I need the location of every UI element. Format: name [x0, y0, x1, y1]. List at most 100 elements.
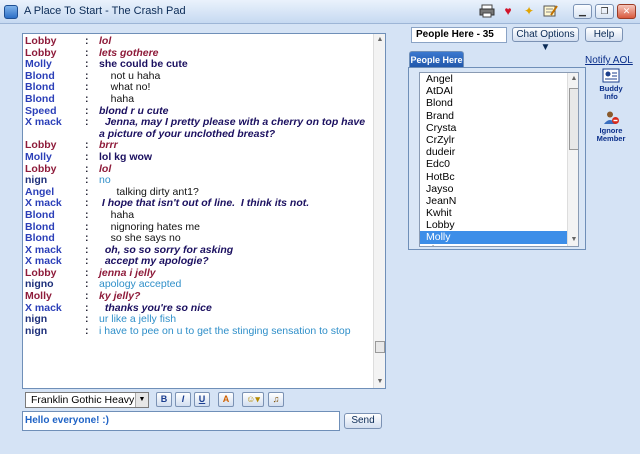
chevron-down-icon[interactable]: ▼ [135, 393, 148, 407]
notepad-icon[interactable] [541, 3, 559, 19]
people-list-item[interactable]: Crysta [420, 122, 568, 134]
chat-colon: : [85, 150, 89, 163]
buddy-info-label: Buddy Info [599, 84, 623, 101]
chat-text: lol [99, 162, 112, 175]
minimize-button[interactable]: ▁ [573, 4, 592, 19]
ignore-member-icon [604, 111, 619, 124]
people-list-item[interactable]: nign [420, 244, 568, 246]
chat-message: nign: no [25, 175, 373, 187]
italic-button[interactable]: I [175, 392, 191, 407]
chat-text: I hope that isn't out of line. I think i… [99, 197, 310, 210]
chat-message: nign: i have to pee on u to get the sting… [25, 324, 373, 338]
people-list-item[interactable]: HotBc [420, 171, 568, 183]
chat-message: Lobby: lol [25, 36, 373, 48]
chat-nick[interactable]: Lobby [25, 36, 85, 48]
chat-message: Blond: haha [25, 92, 373, 106]
chat-colon: : [85, 92, 89, 105]
people-list-item[interactable]: Blond [420, 97, 568, 109]
chat-nick[interactable]: Molly [25, 290, 85, 303]
people-list-item[interactable]: Brand [420, 110, 568, 122]
send-button[interactable]: Send [344, 413, 382, 429]
chat-colon: : [85, 36, 89, 47]
people-list-item[interactable]: Jayso [420, 183, 568, 195]
people-list-item[interactable]: Kwhit [420, 207, 568, 219]
chat-message: nigno: apology accepted [25, 279, 373, 291]
buddy-info-button[interactable]: Buddy Info [594, 68, 628, 101]
chat-colon: : [85, 290, 89, 303]
printer-icon[interactable] [478, 3, 496, 19]
chat-text: Jenna, may I pretty please with a cherry… [99, 116, 369, 140]
chat-message: X mack: thanks you're so nice [25, 302, 373, 315]
ignore-member-button[interactable]: Ignore Member [594, 110, 628, 143]
people-scrollbar[interactable]: ▲ ▼ [567, 73, 578, 246]
chat-message: Molly: she could be cute [25, 59, 373, 71]
restore-button[interactable]: ❐ [595, 4, 614, 19]
chat-nick[interactable]: nign [25, 175, 85, 187]
chat-text: lol [99, 36, 112, 47]
chat-log-panel: Lobby: lol Lobby: lets gothere Molly: she cou… [22, 33, 386, 389]
scroll-thumb[interactable] [569, 88, 578, 150]
chat-colon: : [85, 116, 89, 129]
toolbar-icons: ♥ ✦ [478, 3, 559, 19]
scroll-up-icon[interactable]: ▲ [375, 35, 385, 45]
chat-message: Lobby: lol [25, 162, 373, 176]
chat-nick[interactable]: Blond [25, 232, 85, 245]
people-list-item[interactable]: JeanN [420, 195, 568, 207]
chat-options-button[interactable]: Chat Options ▼ [512, 27, 579, 53]
chat-message: Blond: not u haha [25, 70, 373, 83]
chat-colon: : [85, 174, 89, 187]
scroll-up-icon[interactable]: ▲ [569, 74, 578, 84]
underline-button[interactable]: U [194, 392, 210, 407]
chat-log: Lobby: lol Lobby: lets gothere Molly: she cou… [25, 36, 373, 386]
scroll-down-icon[interactable]: ▼ [569, 235, 578, 245]
people-list-item[interactable]: Angel [420, 73, 568, 85]
chat-message: Blond: what no! [25, 82, 373, 94]
minimize-icon: ▁ [579, 6, 586, 17]
chat-message: Lobby: brrr [25, 140, 373, 152]
chat-message: Molly: ky jelly? [25, 290, 373, 303]
people-list-item[interactable]: CrZylr [420, 134, 568, 146]
sound-button[interactable]: ♫ [268, 392, 284, 407]
chat-nick[interactable]: X mack [25, 116, 85, 140]
chat-nick[interactable]: Molly [25, 151, 85, 164]
chat-text: what no! [99, 81, 151, 94]
chat-message: Blond: nignoring hates me [25, 221, 373, 234]
chat-text: apology accepted [99, 278, 182, 291]
chat-nick[interactable]: Blond [25, 93, 85, 106]
people-list-item[interactable]: Edc0 [420, 158, 568, 170]
scroll-thumb[interactable] [375, 341, 385, 353]
chat-message: X mack: I hope that isn't out of line. I… [25, 198, 373, 210]
help-button[interactable]: Help [585, 27, 623, 42]
chat-text: haha [99, 208, 135, 221]
chat-nick[interactable]: nign [25, 325, 85, 338]
chat-nick[interactable]: Blond [25, 209, 85, 222]
people-list-item[interactable]: Lobby [420, 219, 568, 231]
chat-text: i have to pee on u to get the stinging s… [99, 324, 351, 337]
people-list-item[interactable]: dudeir [420, 146, 568, 158]
message-input[interactable]: Hello everyone! :) [22, 411, 340, 431]
smiley-button[interactable]: ☺▾ [242, 392, 264, 407]
aol-app-icon [4, 5, 18, 19]
chat-message: Blond: haha [25, 208, 373, 222]
people-list[interactable]: Angel AtDAl Blond Brand Crysta CrZylr dudeir Ed… [419, 72, 579, 247]
buddy-info-icon [602, 68, 620, 83]
chat-text: haha [99, 92, 135, 105]
bold-button[interactable]: B [156, 392, 172, 407]
chat-text: lol kg wow [99, 150, 153, 163]
people-list-item[interactable]: Molly [420, 231, 568, 244]
scroll-down-icon[interactable]: ▼ [375, 377, 385, 387]
notify-aol-link[interactable]: Notify AOL [585, 55, 633, 66]
tab-people-here[interactable]: People Here [409, 51, 464, 68]
font-select-value: Franklin Gothic Heavy [31, 394, 135, 406]
people-count: People Here - 35 [411, 27, 507, 43]
close-button[interactable]: ✕ [617, 4, 636, 19]
heart-icon[interactable]: ♥ [499, 3, 517, 19]
text-color-button[interactable]: A [218, 392, 234, 407]
people-list-item[interactable]: AtDAl [420, 85, 568, 97]
chat-text: so she says no [99, 232, 181, 245]
chat-message: Lobby: jenna i jelly [25, 267, 373, 280]
stars-icon[interactable]: ✦ [520, 3, 538, 19]
chat-scrollbar[interactable]: ▲ ▼ [373, 34, 385, 388]
font-select[interactable]: Franklin Gothic Heavy ▼ [25, 392, 149, 408]
chat-text: ky jelly? [99, 290, 141, 303]
